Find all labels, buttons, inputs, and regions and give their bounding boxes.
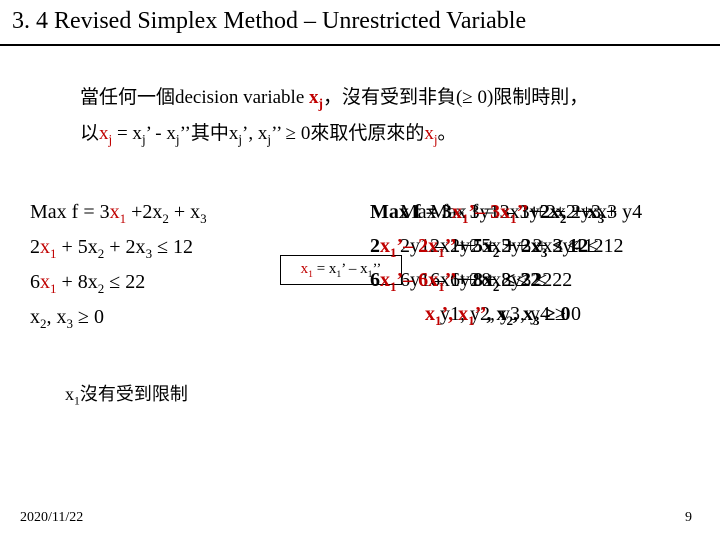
l-r1a: Max f = 3 <box>30 201 110 223</box>
slide-title: 3. 4 Revised Simplex Method – Unrestrict… <box>12 8 526 35</box>
slide: 3. 4 Revised Simplex Method – Unrestrict… <box>0 0 720 540</box>
intro-text: 當任何一個decision variable xj，沒有受到非負(≥ 0)限制時… <box>80 80 680 152</box>
r1-fk: 3 <box>598 211 605 226</box>
r2-fg: ’’ <box>445 235 457 257</box>
unrestricted-note: x1沒有受到限制 <box>65 380 188 408</box>
intro-x3: x <box>424 123 434 144</box>
l-r1f: + x <box>169 201 200 223</box>
intro-l2o: 。 <box>438 123 457 144</box>
l-r4c: , x <box>47 306 67 328</box>
right-problem: Max f = 3x1 +2x2 + x3 Max f = 3y1 – 3y2 … <box>370 195 710 331</box>
r2-fa: 2 <box>370 235 380 257</box>
r2-fb: x <box>380 235 390 257</box>
r3-fb: x <box>380 269 390 291</box>
r4-fc: ’, x <box>442 303 469 325</box>
intro-l1a: 當任何一個decision variable <box>80 87 309 108</box>
intro-l2j: ’, x <box>242 123 267 144</box>
note-c: 沒有受到限制 <box>80 384 188 404</box>
r4-fj: ≥ 0 <box>540 303 571 325</box>
r1-fe: x <box>500 201 510 223</box>
r2-fe: x <box>428 235 438 257</box>
r3-fh: + 8x <box>457 269 493 291</box>
l-r1b: x <box>110 201 120 223</box>
intro-l2d: = x <box>112 123 142 144</box>
r1-fb: x <box>452 201 462 223</box>
l-r1g: 3 <box>200 211 207 226</box>
l-r2f: + 2x <box>104 236 145 258</box>
r1-fd: ’– 3 <box>468 201 500 223</box>
note-a: x <box>65 384 74 404</box>
l-r2d: + 5x <box>57 236 98 258</box>
r1-fg: ’’ <box>517 201 529 223</box>
r2-fl: ≤ 12 <box>547 235 588 257</box>
r3-fd: ’– 6 <box>397 269 429 291</box>
ab-a3: = x <box>313 261 336 277</box>
intro-l1d: ，沒有受到非負(≥ 0)限制時則， <box>323 87 588 108</box>
l-r3a: 6 <box>30 271 40 293</box>
r3-fe: x <box>428 269 438 291</box>
l-r3d: + 8x <box>57 271 98 293</box>
intro-l2a: 以 <box>80 123 99 144</box>
r4-fe: ’’ <box>475 303 487 325</box>
l-r4e: ≥ 0 <box>73 306 104 328</box>
r1-fh: +2x <box>528 201 559 223</box>
r1-fj: + x <box>566 201 597 223</box>
l-r3b: x <box>40 271 50 293</box>
r4-ff: , x <box>487 303 507 325</box>
r2-fj: + 2x <box>499 235 540 257</box>
r4-fa: x <box>425 303 435 325</box>
left-problem: Max f = 3x1 +2x2 + x3 2x1 + 5x2 + 2x3 ≤ … <box>30 195 207 335</box>
intro-l2l: ’’ ≥ 0來取代原來的 <box>271 123 424 144</box>
title-underline <box>0 44 720 46</box>
r3-fa: 6 <box>370 269 380 291</box>
ab-a5: ’ – x <box>341 261 367 277</box>
l-r1d: +2x <box>126 201 162 223</box>
l-r2b: x <box>40 236 50 258</box>
intro-l2f: ’ - x <box>146 123 176 144</box>
l-r2h: ≤ 12 <box>152 236 193 258</box>
intro-x2: x <box>99 123 109 144</box>
intro-l2h: ’’其中x <box>180 123 239 144</box>
intro-var-x: x <box>309 87 319 108</box>
footer-page: 9 <box>685 510 692 526</box>
r4-fh: , x <box>513 303 533 325</box>
l-r4a: x <box>30 306 40 328</box>
l-r2a: 2 <box>30 236 40 258</box>
r1-fa: Max f = 3 <box>370 201 452 223</box>
ab-a1: x <box>301 261 309 277</box>
r2-fd: ’– 2 <box>397 235 429 257</box>
r3-fg: ’’ <box>445 269 457 291</box>
footer-date: 2020/11/22 <box>20 510 83 526</box>
l-r3f: ≤ 22 <box>104 271 145 293</box>
r3-fj: ≤ 22 <box>499 269 540 291</box>
r2-fh: + 5x <box>457 235 493 257</box>
